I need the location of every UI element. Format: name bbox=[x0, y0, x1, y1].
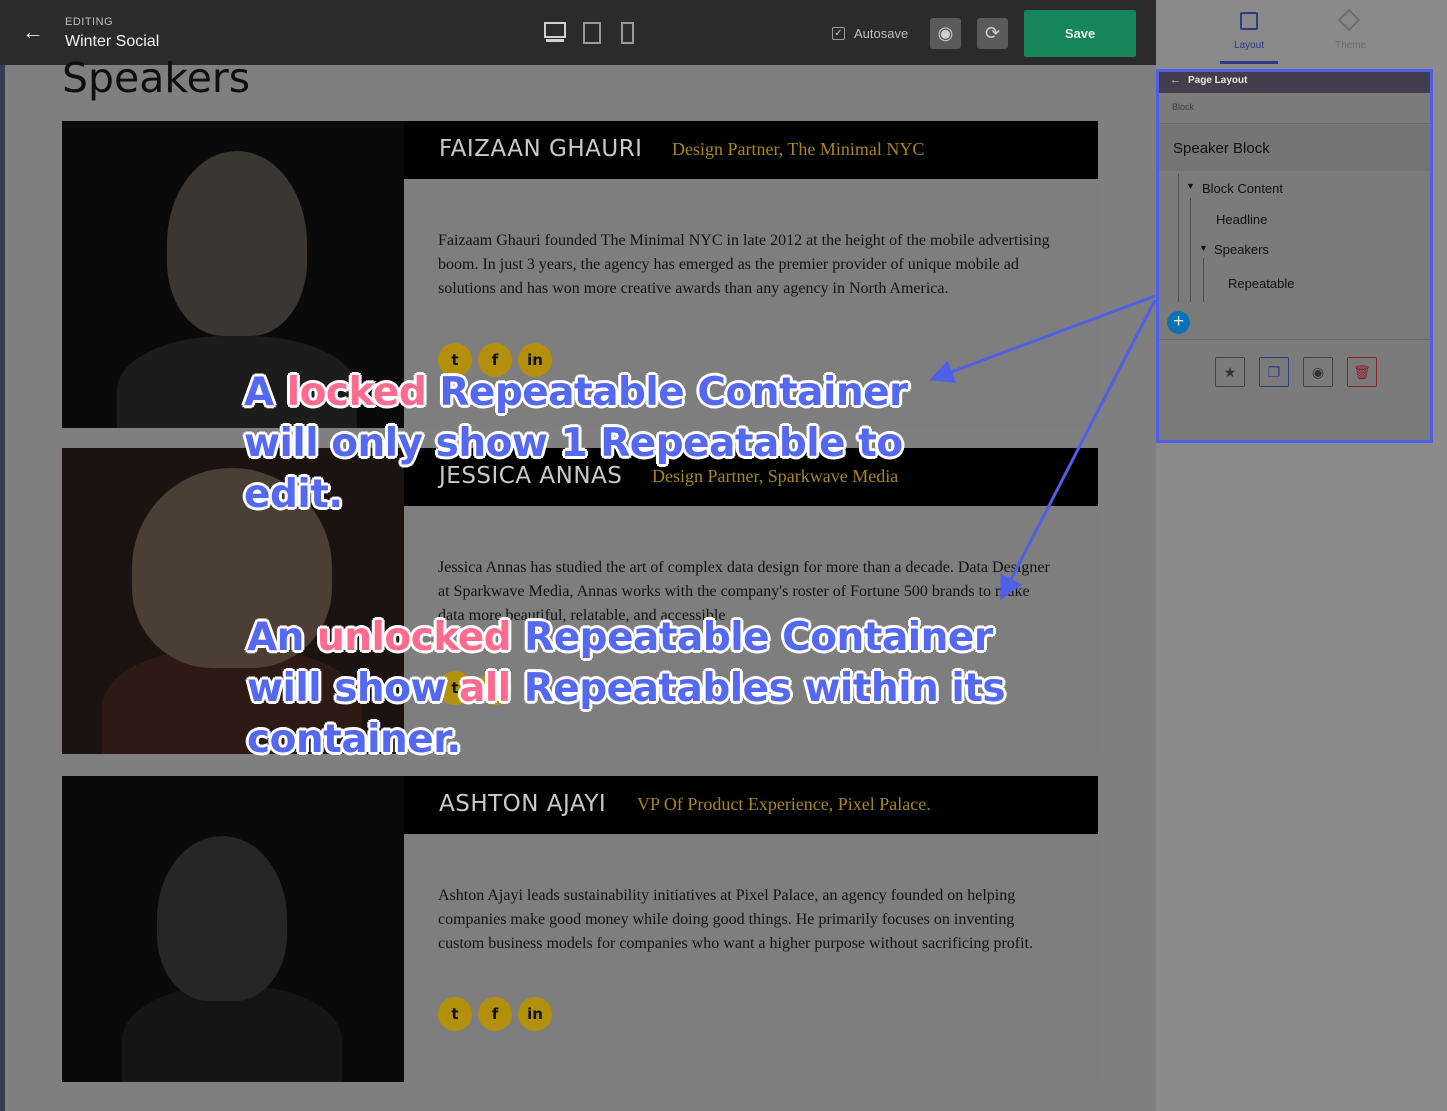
canvas-edge bbox=[0, 65, 5, 1111]
preview-button[interactable]: ◉ bbox=[930, 18, 961, 49]
speaker-body: Ashton Ajayi leads sustainability initia… bbox=[404, 834, 1098, 1082]
tree-item-repeatable[interactable]: Repeatable bbox=[1228, 276, 1295, 291]
autosave-checkbox[interactable]: ✓ bbox=[832, 27, 845, 40]
tree-line bbox=[1178, 174, 1179, 302]
tab-layout[interactable]: Layout bbox=[1234, 40, 1264, 51]
desktop-stand bbox=[546, 39, 564, 42]
tree-item-block-content[interactable]: Block Content bbox=[1202, 181, 1283, 196]
tree-line bbox=[1203, 258, 1204, 302]
editing-label: EDITING bbox=[65, 16, 114, 28]
speaker-photo bbox=[62, 776, 404, 1082]
delete-button[interactable]: 🗑 bbox=[1347, 357, 1377, 387]
back-arrow-icon[interactable]: ← bbox=[22, 20, 46, 44]
page-title: Speakers bbox=[62, 54, 251, 102]
bookmark-button[interactable]: ★ bbox=[1215, 357, 1245, 387]
layout-icon[interactable] bbox=[1240, 12, 1258, 30]
history-icon: ⟳ bbox=[984, 23, 1001, 43]
annotation-text: An bbox=[247, 615, 318, 660]
plus-icon: + bbox=[1172, 311, 1185, 332]
speaker-name: FAIZAAN GHAURI bbox=[439, 136, 643, 162]
back-arrow-icon[interactable]: ← bbox=[1170, 74, 1181, 86]
tree-item-speakers[interactable]: Speakers bbox=[1214, 242, 1269, 257]
eye-icon: ◉ bbox=[937, 23, 954, 43]
speaker-header: FAIZAAN GHAURI Design Partner, The Minim… bbox=[404, 121, 1098, 179]
speaker-title: Design Partner, The Minimal NYC bbox=[672, 139, 925, 159]
speaker-bio: Ashton Ajayi leads sustainability initia… bbox=[438, 887, 1033, 952]
active-tab-indicator bbox=[1220, 61, 1278, 64]
twitter-icon[interactable]: t bbox=[438, 997, 472, 1031]
annotation-text: A bbox=[244, 370, 287, 415]
save-button[interactable]: Save bbox=[1024, 10, 1136, 57]
divider bbox=[1159, 339, 1430, 340]
photo-head bbox=[157, 836, 287, 1001]
tree-line bbox=[1190, 198, 1191, 302]
eye-icon: ◉ bbox=[1311, 364, 1325, 380]
tab-theme[interactable]: Theme bbox=[1335, 40, 1366, 51]
desktop-icon[interactable] bbox=[544, 22, 566, 38]
autosave-label: Autosave bbox=[854, 26, 909, 41]
chevron-down-icon[interactable]: ▼ bbox=[1186, 181, 1195, 191]
annotation-highlight: unlocked bbox=[317, 615, 512, 660]
history-button[interactable]: ⟳ bbox=[977, 18, 1008, 49]
page-layout-label: Page Layout bbox=[1188, 75, 1248, 86]
annotation-highlight: locked bbox=[286, 370, 427, 415]
speaker-title: VP Of Product Experience, Pixel Palace. bbox=[637, 794, 931, 814]
speaker-name: ASHTON AJAYI bbox=[439, 791, 607, 817]
chevron-down-icon[interactable]: ▼ bbox=[1199, 243, 1208, 253]
page-name: Winter Social bbox=[65, 33, 160, 50]
copy-button[interactable]: ❐ bbox=[1259, 357, 1289, 387]
annotation-highlight: all bbox=[459, 666, 511, 711]
breadcrumb: Block bbox=[1172, 102, 1195, 112]
linkedin-icon[interactable]: in bbox=[518, 997, 552, 1031]
locked-annotation: A locked Repeatable Container will only … bbox=[244, 367, 944, 520]
trash-icon: 🗑 bbox=[1353, 364, 1371, 380]
photo-head bbox=[167, 151, 307, 336]
divider bbox=[1159, 123, 1430, 124]
add-block-button[interactable]: + bbox=[1167, 311, 1190, 334]
tree-item-headline[interactable]: Headline bbox=[1216, 212, 1267, 227]
unlocked-annotation: An unlocked Repeatable Container will sh… bbox=[247, 612, 1037, 765]
tablet-icon[interactable] bbox=[583, 22, 601, 44]
facebook-icon[interactable]: f bbox=[478, 997, 512, 1031]
speaker-header: ASHTON AJAYI VP Of Product Experience, P… bbox=[404, 776, 1098, 834]
speaker-bio: Faizaam Ghauri founded The Minimal NYC i… bbox=[438, 232, 1050, 297]
copy-icon: ❐ bbox=[1267, 364, 1281, 380]
mobile-icon[interactable] bbox=[621, 22, 634, 44]
hide-button[interactable]: ◉ bbox=[1303, 357, 1333, 387]
block-name: Speaker Block bbox=[1173, 140, 1270, 157]
bookmark-icon: ★ bbox=[1223, 364, 1237, 380]
